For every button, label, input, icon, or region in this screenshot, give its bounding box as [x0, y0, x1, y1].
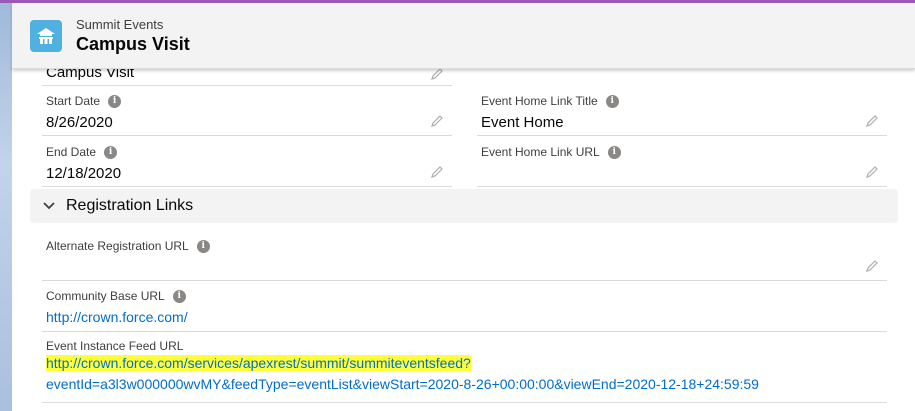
section-title: Registration Links [66, 197, 194, 214]
summit-events-icon [30, 20, 62, 52]
pencil-edit-icon[interactable] [865, 259, 879, 273]
event-instance-feed-url-field: Event Instance Feed URL http://crown.for… [42, 333, 887, 403]
pencil-edit-icon[interactable] [430, 165, 444, 179]
pencil-edit-icon[interactable] [430, 69, 444, 81]
background-strip [0, 0, 12, 411]
home-link-title-value: Event Home [481, 114, 564, 131]
end-date-label: End Date [46, 145, 97, 159]
highlighted-url-part: http://crown.force.com/services/apexrest… [46, 355, 471, 371]
pencil-edit-icon[interactable] [865, 114, 879, 128]
event-instance-feed-url-label: Event Instance Feed URL [46, 339, 184, 353]
community-base-url-field: Community Base URL i http://crown.force.… [42, 282, 887, 332]
event-name-value: Campus Visit [46, 69, 135, 81]
end-date-field: End Date i 12/18/2020 [42, 137, 452, 187]
object-type-label: Summit Events [76, 17, 164, 32]
chevron-down-icon [43, 202, 55, 210]
community-base-url-link[interactable]: http://crown.force.com/ [46, 309, 188, 325]
info-icon[interactable]: i [108, 94, 122, 108]
home-link-title-label: Event Home Link Title [481, 94, 598, 108]
record-detail-panel: Campus Visit Start Date i 8/26/2020 Even… [12, 69, 915, 411]
alternate-registration-url-field: Alternate Registration URL i [42, 231, 887, 281]
home-link-url-field: Event Home Link URL i [477, 137, 887, 187]
community-base-url-label: Community Base URL [46, 289, 165, 303]
record-title: Campus Visit [76, 34, 190, 54]
record-header: Summit Events Campus Visit [12, 3, 915, 69]
info-icon[interactable]: i [172, 289, 186, 303]
event-name-field: Campus Visit [42, 69, 452, 86]
event-instance-feed-url-link[interactable]: http://crown.force.com/services/apexrest… [46, 353, 759, 395]
pencil-edit-icon[interactable] [430, 114, 444, 128]
info-icon[interactable]: i [607, 145, 621, 159]
url-query-part: eventId=a3l3w000000wvMY&feedType=eventLi… [46, 376, 759, 392]
start-date-value: 8/26/2020 [46, 114, 113, 131]
alternate-registration-url-label: Alternate Registration URL [46, 239, 189, 253]
home-link-url-label: Event Home Link URL [481, 145, 600, 159]
info-icon[interactable]: i [605, 94, 619, 108]
registration-links-section-toggle[interactable]: Registration Links [30, 189, 898, 223]
info-icon[interactable]: i [104, 145, 118, 159]
info-icon[interactable]: i [196, 239, 210, 253]
pencil-edit-icon[interactable] [865, 165, 879, 179]
home-link-title-field: Event Home Link Title i Event Home [477, 86, 887, 136]
end-date-value: 12/18/2020 [46, 165, 122, 182]
start-date-field: Start Date i 8/26/2020 [42, 86, 452, 136]
start-date-label: Start Date [46, 94, 101, 108]
